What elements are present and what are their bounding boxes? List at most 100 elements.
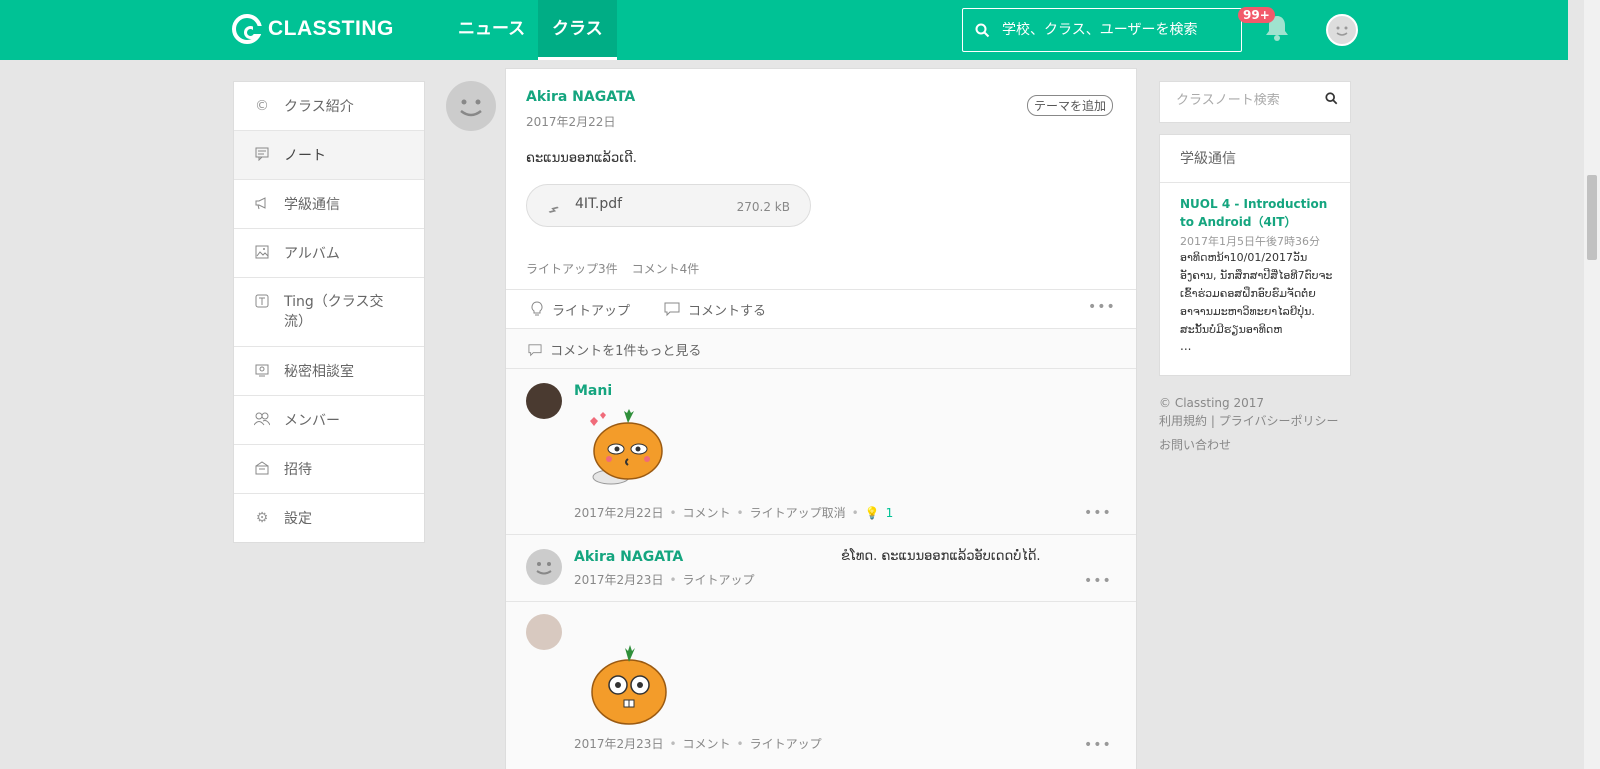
lightbulb-icon: 💡 (864, 505, 880, 520)
more-comments-label: コメントを1件もっと見る (550, 344, 702, 359)
comment-button-label: コメントする (688, 303, 767, 319)
sidebar-item-label: ノート (284, 148, 326, 164)
sidebar-item-newsletter[interactable]: 学級通信 (234, 180, 424, 229)
terms-link[interactable]: 利用規約 (1159, 414, 1207, 428)
post-more-menu-icon[interactable]: ••• (1088, 299, 1116, 315)
post-action-bar: ライトアップ コメントする ••• (506, 289, 1136, 329)
comment-more-menu-icon[interactable]: ••• (1084, 573, 1112, 589)
comment-unlike-link[interactable]: ライトアップ取消 (750, 504, 846, 521)
global-search-input[interactable] (1002, 22, 1222, 38)
megaphone-icon (254, 196, 270, 212)
sidebar-item-secret-room[interactable]: 秘密相談室 (234, 347, 424, 396)
copyright-icon: © (255, 98, 269, 114)
class-note-search[interactable] (1159, 81, 1351, 123)
comment-icon (664, 302, 680, 316)
sidebar-item-ting[interactable]: Ting（クラス交流） (234, 278, 424, 347)
notice-ellipsis[interactable]: ... (1180, 339, 1191, 353)
footer: © Classting 2017 利用規約 | プライバシーポリシー お問い合わ… (1159, 394, 1338, 454)
sidebar-item-label: Ting（クラス交流） (284, 294, 384, 330)
logo-mark-icon (232, 14, 263, 44)
comment-meta: 2017年2月23日 • コメント • ライトアップ (574, 735, 822, 752)
commenter-avatar[interactable] (526, 614, 562, 650)
comment-reply-link[interactable]: コメント (683, 735, 731, 752)
comment-button[interactable]: コメントする (664, 300, 766, 319)
notice-text: ອາທິດຫນ້າ10/01/2017ວັນອັງຄານ, ນັກສຶກສາປີ… (1180, 251, 1333, 336)
sidebar-item-settings[interactable]: ⚙ 設定 (234, 494, 424, 542)
lightbulb-icon (531, 301, 543, 316)
user-avatar[interactable] (1326, 14, 1358, 46)
comments-count[interactable]: コメント4件 (632, 260, 700, 277)
newsletter-widget: 学級通信 NUOL 4 - Introduction to Android（4I… (1159, 134, 1351, 376)
ting-icon (254, 294, 270, 310)
pumpkin-shocked-sticker (584, 640, 674, 734)
nav-tab-class[interactable]: クラス (538, 0, 617, 60)
comment-icon (528, 344, 542, 357)
post-author-avatar[interactable] (446, 81, 496, 131)
comment-date: 2017年2月23日 (574, 573, 664, 587)
sidebar-item-label: 学級通信 (284, 197, 340, 213)
note-icon (254, 147, 270, 163)
footer-separator: | (1210, 414, 1219, 428)
comments-list: Mani 2017年2月22日 • コメント • ライトアップ取消 • 💡 1 … (506, 369, 1136, 769)
attachment-size: 270.2 kB (736, 200, 790, 214)
search-icon (975, 23, 990, 37)
comment-item: 2017年2月23日 • コメント • ライトアップ ••• (506, 602, 1136, 769)
add-theme-button[interactable]: テーマを追加 (1027, 95, 1114, 116)
pumpkin-kiss-sticker (576, 409, 676, 493)
notification-badge: 99+ (1238, 7, 1275, 23)
like-button-label: ライトアップ (552, 303, 631, 319)
meta-separator: • (736, 505, 744, 520)
class-note-search-input[interactable] (1176, 93, 1316, 108)
sidebar-item-label: メンバー (284, 413, 340, 429)
commenter-name[interactable]: Akira NAGATA (574, 549, 683, 565)
sidebar-item-label: 招待 (284, 462, 312, 478)
attachment-file[interactable]: ⌁ 4IT.pdf 270.2 kB (526, 184, 811, 227)
sidebar-item-note[interactable]: ノート (234, 131, 424, 180)
sidebar-item-album[interactable]: アルバム (234, 229, 424, 278)
comment-more-menu-icon[interactable]: ••• (1084, 737, 1112, 753)
comment-reply-link[interactable]: コメント (683, 504, 731, 521)
sidebar-item-label: 設定 (284, 511, 312, 527)
meta-separator: • (669, 505, 677, 520)
sidebar-item-label: アルバム (284, 246, 340, 262)
commenter-avatar[interactable] (526, 383, 562, 419)
sidebar-item-class-intro[interactable]: © クラス紹介 (234, 82, 424, 131)
nav-tab-news[interactable]: ニュース (444, 0, 539, 60)
members-icon (253, 412, 271, 428)
privacy-link[interactable]: プライバシーポリシー (1219, 414, 1339, 428)
classting-logo[interactable]: CLASSTING (232, 14, 394, 44)
sidebar-item-members[interactable]: メンバー (234, 396, 424, 445)
top-bar: CLASSTING ニュース クラス 99+ (0, 0, 1568, 60)
like-button[interactable]: ライトアップ (530, 300, 630, 319)
comment-more-menu-icon[interactable]: ••• (1084, 505, 1112, 521)
post-author-name[interactable]: Akira NAGATA (526, 89, 635, 105)
search-icon[interactable] (1325, 92, 1338, 109)
gear-icon: ⚙ (255, 510, 269, 526)
scrollbar-thumb[interactable] (1587, 175, 1597, 260)
secret-icon (254, 363, 270, 379)
logo-text: CLASSTING (268, 17, 394, 40)
invite-icon (254, 461, 270, 477)
page-scrollbar[interactable] (1584, 0, 1600, 769)
global-search[interactable] (962, 8, 1242, 52)
more-comments-link[interactable]: コメントを1件もっと見る (506, 329, 1136, 369)
likes-count[interactable]: ライトアップ3件 (526, 260, 618, 277)
sidebar-item-invite[interactable]: 招待 (234, 445, 424, 494)
comment-date: 2017年2月23日 (574, 737, 664, 751)
class-sidebar: © クラス紹介 ノート 学級通信 アルバム Ting（クラス交流） 秘密相談室 (233, 81, 425, 543)
comment-like-count: 1 (885, 505, 894, 520)
comment-like-link[interactable]: ライトアップ (683, 571, 755, 588)
meta-separator: • (736, 736, 744, 751)
comment-like-link[interactable]: ライトアップ (750, 735, 822, 752)
contact-link[interactable]: お問い合わせ (1159, 438, 1231, 452)
commenter-name[interactable]: Mani (574, 383, 612, 399)
comment-meta: 2017年2月23日 • ライトアップ (574, 571, 755, 588)
notice-title[interactable]: NUOL 4 - Introduction to Android（4IT） (1180, 195, 1340, 231)
meta-separator: • (669, 736, 677, 751)
comment-text: ຂໍໂທດ. ຄະແນນອອກແລ້ວອັບເດດບໍ່ໄດ້. (841, 549, 1041, 564)
comment-item: Akira NAGATA ຂໍໂທດ. ຄະແນນອອກແລ້ວອັບເດດບໍ… (506, 535, 1136, 602)
paperclip-icon: ⌁ (540, 196, 566, 222)
post-date: 2017年2月22日 (526, 115, 616, 129)
post-counts: ライトアップ3件 コメント4件 (526, 260, 699, 277)
commenter-avatar[interactable] (526, 549, 562, 585)
